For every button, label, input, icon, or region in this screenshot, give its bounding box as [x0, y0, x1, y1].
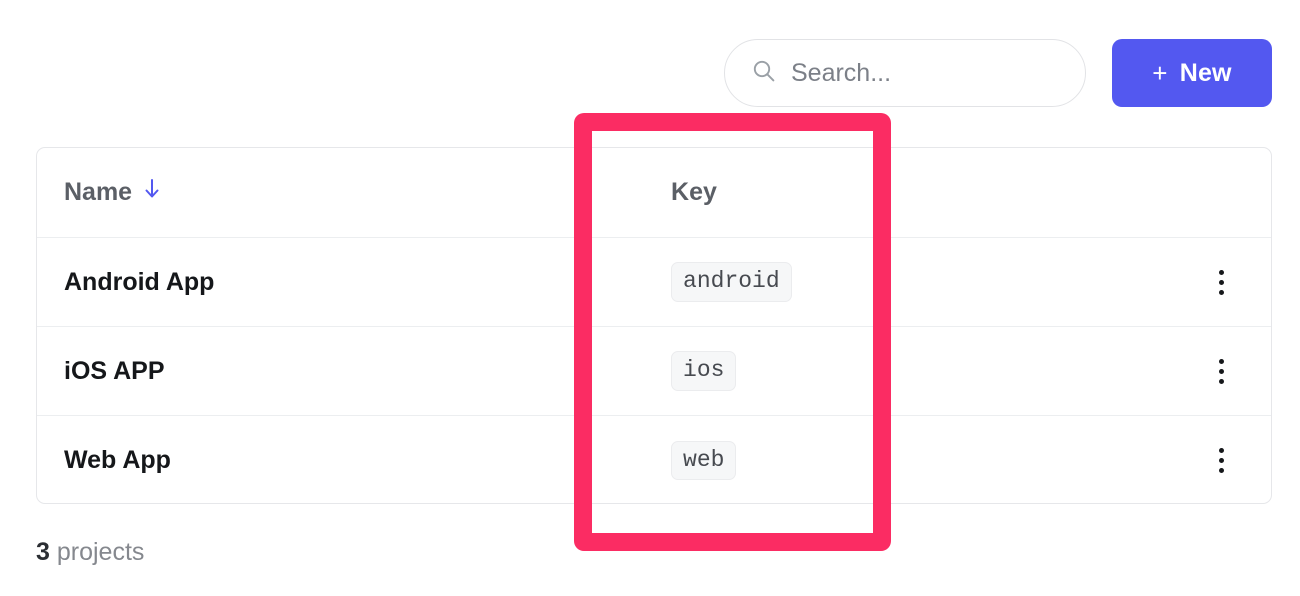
cell-project-name: Web App [64, 446, 171, 474]
projects-count: 3 projects [36, 538, 144, 567]
row-menu-button[interactable] [1171, 358, 1271, 384]
row-menu-button[interactable] [1171, 269, 1271, 295]
search-icon [751, 58, 777, 89]
key-badge: web [671, 440, 737, 481]
cell-project-key: web [609, 440, 1171, 481]
key-badge: android [671, 262, 792, 302]
table-row[interactable]: iOS APP ios [37, 327, 1271, 416]
column-header-name-label: Name [64, 178, 133, 206]
more-vertical-icon[interactable] [1218, 448, 1224, 473]
row-menu-button[interactable] [1171, 448, 1271, 473]
key-badge: ios [671, 351, 737, 391]
new-button-label: New [1179, 58, 1232, 87]
more-vertical-icon[interactable] [1218, 358, 1224, 384]
search-input[interactable] [791, 58, 1059, 88]
table-row[interactable]: Android App android [37, 238, 1271, 327]
projects-count-number: 3 [36, 538, 50, 566]
cell-project-name: iOS APP [64, 356, 165, 385]
projects-count-label: projects [56, 538, 145, 566]
cell-project-key: android [609, 262, 1171, 302]
table-row[interactable]: Web App web [37, 416, 1271, 503]
more-vertical-icon[interactable] [1218, 269, 1224, 295]
cell-project-key: ios [609, 351, 1171, 391]
column-header-name[interactable]: Name [37, 177, 609, 208]
column-header-key[interactable]: Key [609, 178, 1171, 207]
projects-table: Name Key Android App android iOS APP ios [36, 147, 1272, 504]
search-box[interactable] [724, 39, 1086, 107]
cell-project-name: Android App [64, 267, 215, 296]
arrow-down-icon[interactable] [142, 177, 162, 208]
table-header-row: Name Key [37, 148, 1271, 238]
new-button[interactable]: + New [1112, 39, 1272, 107]
top-toolbar: + New [0, 38, 1300, 108]
plus-icon: + [1152, 58, 1168, 88]
column-header-key-label: Key [671, 178, 717, 206]
